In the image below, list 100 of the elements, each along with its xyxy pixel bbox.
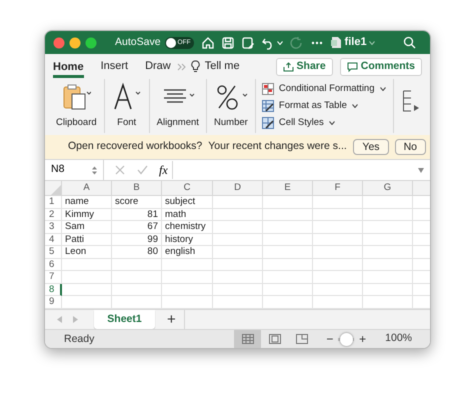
table-cell[interactable] — [213, 234, 263, 246]
table-cell[interactable] — [62, 271, 112, 284]
table-cell[interactable]: Patti — [62, 234, 112, 246]
table-cell[interactable] — [213, 284, 263, 296]
table-cell[interactable]: score — [112, 196, 162, 208]
table-cell[interactable]: 81 — [112, 208, 162, 221]
previous-sheet-icon[interactable] — [57, 316, 62, 323]
clipboard-icon[interactable] — [61, 82, 92, 112]
file-name[interactable]: file1 — [344, 34, 367, 51]
scroll-right-icon[interactable] — [414, 105, 419, 111]
table-cell[interactable] — [112, 284, 162, 296]
column-header[interactable]: G — [363, 181, 413, 196]
table-cell[interactable] — [313, 246, 363, 258]
table-cell[interactable] — [263, 196, 313, 208]
ribbon-command[interactable]: Conditional Formatting — [262, 82, 387, 96]
ribbon-command[interactable]: Format as Table — [262, 98, 387, 114]
table-cell[interactable]: Sam — [62, 221, 112, 234]
zoom-out-button[interactable]: − — [326, 330, 334, 348]
expand-icon[interactable] — [418, 168, 424, 172]
table-cell[interactable] — [213, 221, 263, 234]
table-cell[interactable] — [263, 246, 313, 258]
column-header[interactable]: F — [313, 181, 363, 196]
table-cell[interactable] — [313, 221, 363, 234]
next-sheet-icon[interactable] — [73, 316, 78, 323]
save-icon[interactable] — [220, 36, 235, 50]
table-cell[interactable] — [313, 258, 363, 271]
search-icon[interactable] — [403, 36, 416, 49]
table-cell[interactable] — [162, 271, 213, 284]
table-cell[interactable]: 80 — [112, 246, 162, 258]
ribbon-tab[interactable]: Draw — [145, 56, 171, 78]
table-cell[interactable] — [62, 258, 112, 271]
table-cell[interactable] — [363, 258, 413, 271]
font-icon[interactable] — [112, 82, 142, 112]
cells-icon[interactable] — [402, 90, 411, 112]
table-cell[interactable] — [62, 284, 112, 296]
table-cell[interactable]: 99 — [112, 234, 162, 246]
sheet-tab[interactable]: Sheet1 — [94, 310, 155, 329]
name-box[interactable]: N8 — [45, 160, 104, 180]
table-cell[interactable]: english — [162, 246, 213, 258]
table-cell[interactable] — [162, 284, 213, 296]
table-cell[interactable] — [263, 271, 313, 284]
table-cell[interactable]: math — [162, 208, 213, 221]
table-cell[interactable] — [363, 271, 413, 284]
table-cell[interactable] — [213, 208, 263, 221]
table-cell[interactable]: 67 — [112, 221, 162, 234]
table-cell[interactable]: history — [162, 234, 213, 246]
row-header[interactable]: 1 — [45, 196, 62, 208]
table-cell[interactable] — [162, 258, 213, 271]
table-cell[interactable] — [213, 246, 263, 258]
table-cell[interactable] — [263, 221, 313, 234]
table-cell[interactable]: chemistry — [162, 221, 213, 234]
table-cell[interactable] — [363, 284, 413, 296]
column-header[interactable] — [413, 181, 430, 196]
column-header[interactable]: B — [112, 181, 162, 196]
share-button[interactable]: Share — [276, 58, 333, 76]
select-all-icon[interactable] — [51, 185, 61, 195]
ribbon-tab[interactable]: Home — [53, 56, 84, 78]
row-header[interactable]: 8 — [45, 284, 62, 296]
table-cell[interactable] — [263, 208, 313, 221]
zoom-in-button[interactable]: + — [359, 330, 366, 348]
more-icon[interactable] — [310, 40, 323, 44]
table-cell[interactable]: subject — [162, 196, 213, 208]
table-cell[interactable] — [263, 258, 313, 271]
message-button[interactable]: No — [394, 139, 426, 155]
tell-me-field[interactable]: Tell me — [204, 58, 240, 75]
comments-button[interactable]: Comments — [340, 58, 422, 76]
table-cell[interactable] — [213, 271, 263, 284]
table-cell[interactable]: Leon — [62, 246, 112, 258]
table-cell[interactable] — [263, 234, 313, 246]
cancel-icon[interactable] — [115, 165, 125, 175]
table-cell[interactable] — [363, 196, 413, 208]
check-icon[interactable] — [137, 165, 148, 175]
table-cell[interactable] — [112, 271, 162, 284]
table-cell[interactable] — [363, 208, 413, 221]
chevrons-icon[interactable] — [176, 62, 187, 70]
table-cell[interactable] — [313, 234, 363, 246]
row-header[interactable]: 3 — [45, 221, 62, 234]
row-header[interactable]: 7 — [45, 271, 62, 284]
column-header[interactable]: C — [162, 181, 213, 196]
table-cell[interactable] — [363, 221, 413, 234]
column-header[interactable]: A — [62, 181, 112, 196]
row-header[interactable]: 2 — [45, 208, 62, 221]
close-icon[interactable] — [53, 36, 65, 48]
row-header[interactable]: 4 — [45, 234, 62, 246]
save-edit-icon[interactable] — [240, 36, 255, 50]
table-cell[interactable] — [112, 258, 162, 271]
table-cell[interactable] — [263, 284, 313, 296]
table-cell[interactable] — [363, 234, 413, 246]
message-button[interactable]: Yes — [353, 139, 389, 155]
table-cell[interactable]: name — [62, 196, 112, 208]
table-cell[interactable] — [313, 284, 363, 296]
ribbon-tab[interactable]: Insert — [100, 56, 128, 78]
table-cell[interactable] — [313, 271, 363, 284]
zoom-icon[interactable] — [85, 36, 97, 48]
function-button[interactable]: fx — [159, 161, 173, 179]
table-cell[interactable]: Kimmy — [62, 208, 112, 221]
minimize-icon[interactable] — [69, 36, 81, 48]
column-header[interactable]: E — [263, 181, 313, 196]
ribbon-command[interactable]: Cell Styles — [262, 116, 387, 130]
table-cell[interactable] — [363, 246, 413, 258]
